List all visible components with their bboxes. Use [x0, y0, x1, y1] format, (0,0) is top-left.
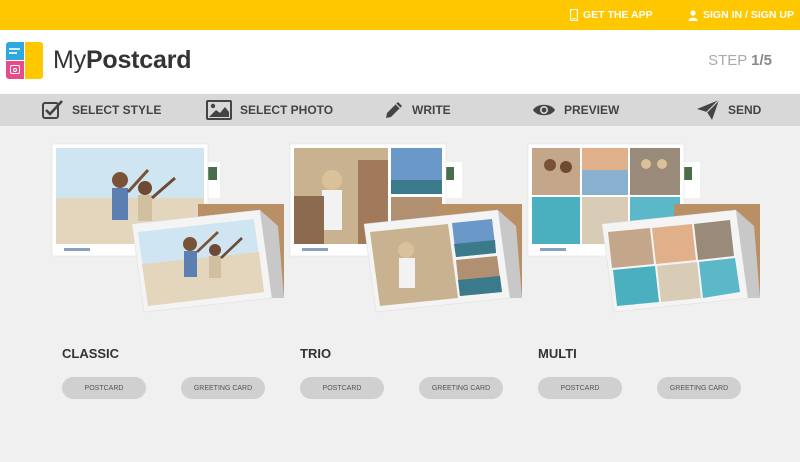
logo-text: MyPostcard [53, 46, 192, 75]
get-app-label: GET THE APP [583, 9, 653, 21]
paper-plane-icon [697, 99, 720, 120]
step-preview-label: PREVIEW [564, 103, 620, 117]
multi-thumbnail[interactable] [526, 140, 766, 330]
trio-greeting-card-button[interactable]: GREETING CARD [419, 377, 503, 399]
trio-title: TRIO [300, 346, 332, 361]
user-icon [688, 9, 698, 21]
step-write-label: WRITE [412, 103, 451, 117]
pencil-icon [386, 102, 402, 118]
step-select-style[interactable]: SELECT STYLE [42, 94, 161, 126]
eye-icon [533, 104, 555, 116]
step-preview[interactable]: PREVIEW [532, 94, 619, 126]
logo-icon [6, 42, 43, 79]
classic-thumbnail[interactable] [50, 140, 290, 330]
sign-in-label: SIGN IN / SIGN UP [703, 9, 795, 21]
top-bar: GET THE APP SIGN IN / SIGN UP [0, 0, 800, 30]
sign-in-link[interactable]: SIGN IN / SIGN UP [688, 0, 794, 30]
multi-greeting-card-button[interactable]: GREETING CARD [657, 377, 741, 399]
step-select-photo-label: SELECT PHOTO [240, 103, 334, 117]
step-value: 1/5 [751, 52, 772, 69]
step-write[interactable]: WRITE [384, 94, 451, 126]
steps-bar: SELECT STYLE SELECT PHOTO WRITE PREVIEW … [0, 94, 800, 126]
step-select-style-label: SELECT STYLE [72, 103, 162, 117]
step-send[interactable]: SEND [696, 94, 761, 126]
get-app-link[interactable]: GET THE APP [570, 0, 653, 30]
phone-icon [570, 9, 578, 21]
image-icon [206, 100, 232, 120]
header: MyPostcard STEP 1/5 [0, 30, 800, 94]
classic-greeting-card-button[interactable]: GREETING CARD [181, 377, 265, 399]
step-label: STEP [708, 52, 747, 69]
logo[interactable]: MyPostcard [6, 42, 192, 79]
trio-thumbnail[interactable] [288, 140, 528, 330]
checkbox-icon [42, 100, 63, 119]
step-send-label: SEND [728, 103, 762, 117]
trio-postcard-button[interactable]: POSTCARD [300, 377, 384, 399]
multi-title: MULTI [538, 346, 577, 361]
classic-title: CLASSIC [62, 346, 120, 361]
classic-postcard-button[interactable]: POSTCARD [62, 377, 146, 399]
step-select-photo[interactable]: SELECT PHOTO [206, 94, 333, 126]
multi-postcard-button[interactable]: POSTCARD [538, 377, 622, 399]
logo-text-bold: Postcard [85, 46, 192, 74]
logo-text-light: My [53, 46, 86, 74]
step-indicator: STEP 1/5 [708, 52, 772, 69]
